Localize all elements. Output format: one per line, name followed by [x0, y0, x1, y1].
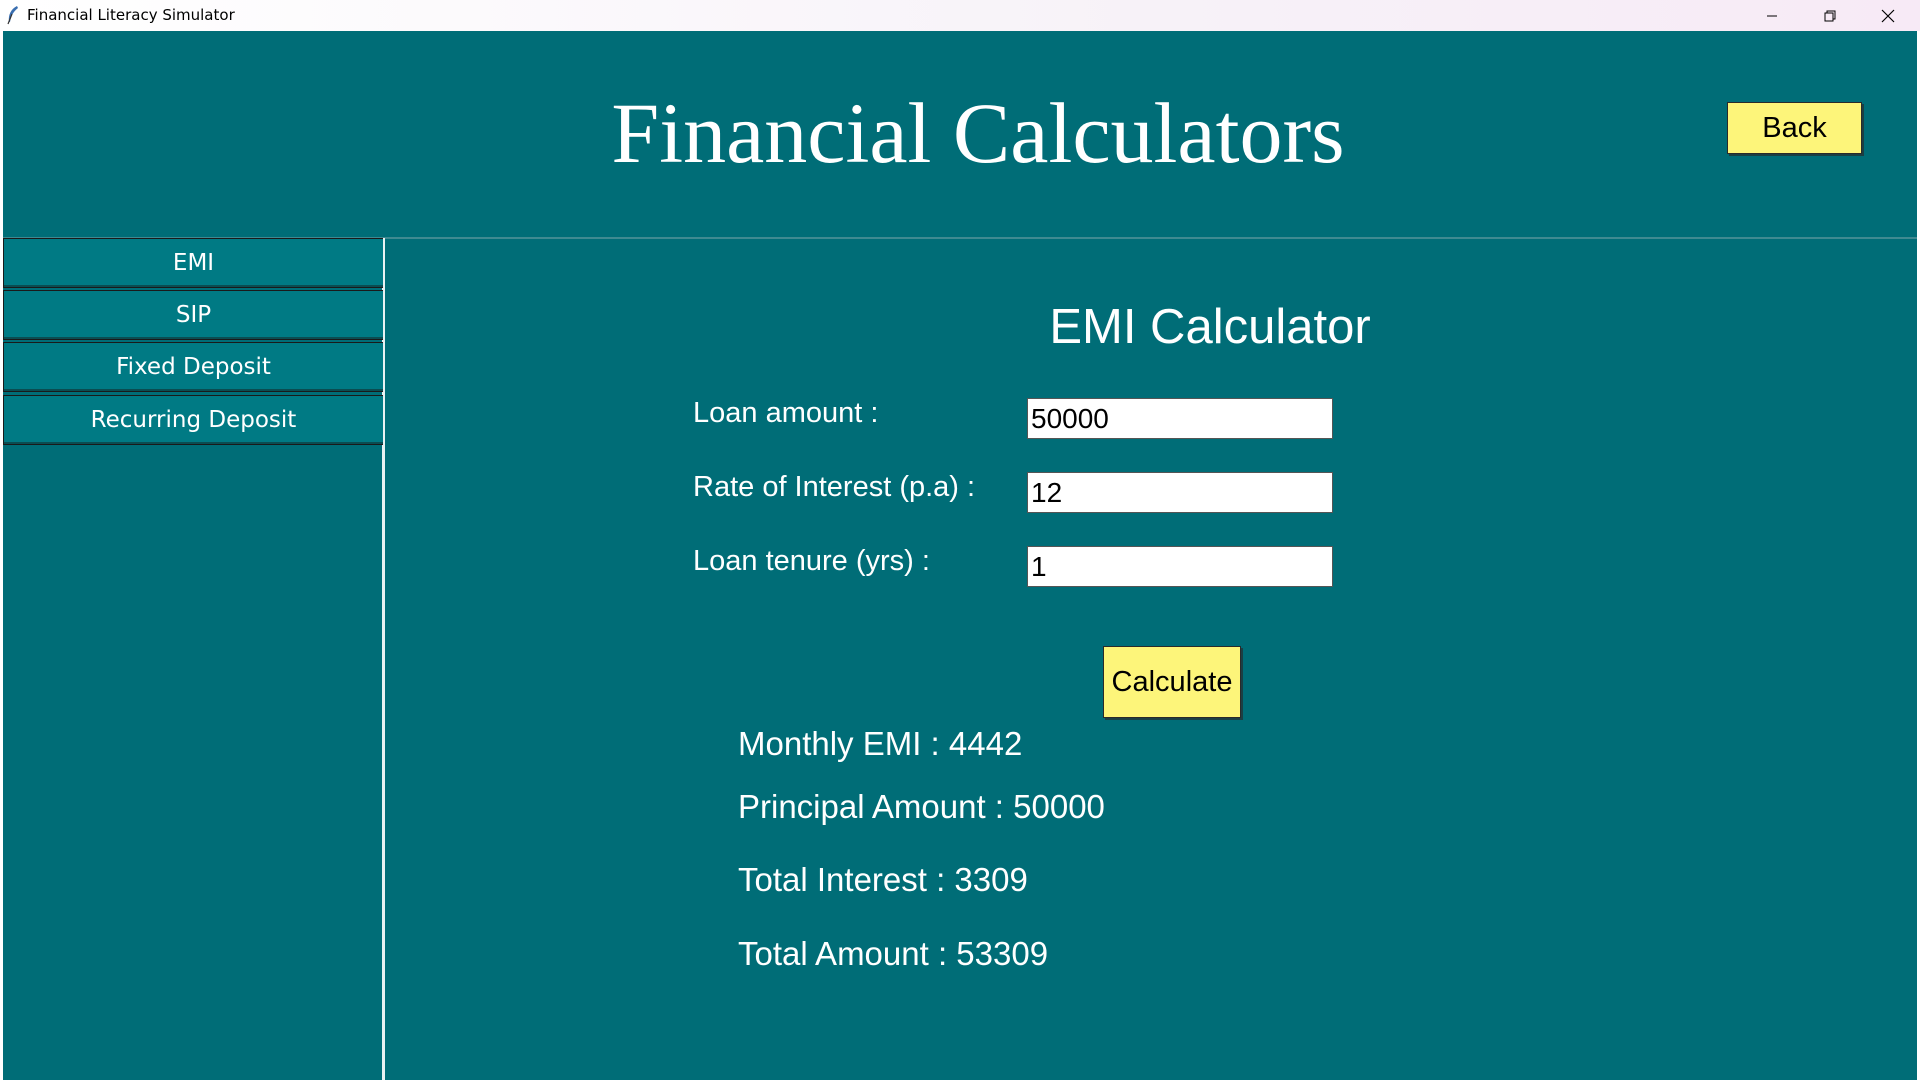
calculate-button[interactable]: Calculate: [1103, 646, 1241, 718]
sidebar-item-fixed-deposit[interactable]: Fixed Deposit: [3, 342, 383, 392]
monthly-emi-result: Monthly EMI : 4442: [738, 725, 1023, 762]
total-amount-result: Total Amount : 53309: [738, 935, 1049, 972]
loan-tenure-input[interactable]: [1027, 546, 1333, 587]
loan-amount-label: Loan amount :: [693, 397, 879, 429]
sidebar-item-sip[interactable]: SIP: [3, 290, 383, 340]
total-interest-result: Total Interest : 3309: [738, 861, 1028, 898]
interest-rate-label: Rate of Interest (p.a) :: [693, 471, 976, 503]
close-button[interactable]: [1859, 0, 1917, 31]
back-button[interactable]: Back: [1727, 102, 1862, 154]
sidebar: EMI SIP Fixed Deposit Recurring Deposit: [3, 238, 385, 1080]
calculator-title: EMI Calculator: [1049, 300, 1371, 354]
restore-icon: [1824, 10, 1836, 21]
loan-tenure-label: Loan tenure (yrs) :: [693, 545, 930, 577]
minimize-button[interactable]: [1743, 0, 1801, 31]
page-title: Financial Calculators: [611, 85, 1345, 181]
window-titlebar: Financial Literacy Simulator: [0, 0, 1920, 31]
app-window: Financial Calculators Back EMI SIP Fixed…: [3, 31, 1917, 1080]
sidebar-item-recurring-deposit[interactable]: Recurring Deposit: [3, 395, 383, 445]
restore-button[interactable]: [1801, 0, 1859, 31]
interest-rate-input[interactable]: [1027, 472, 1333, 513]
window-title: Financial Literacy Simulator: [27, 6, 235, 24]
feather-icon: [7, 6, 18, 25]
principal-amount-result: Principal Amount : 50000: [738, 788, 1105, 825]
loan-amount-input[interactable]: [1027, 398, 1333, 439]
minimize-icon: [1767, 15, 1777, 16]
sidebar-item-emi[interactable]: EMI: [3, 238, 383, 288]
close-icon: [1881, 9, 1895, 22]
